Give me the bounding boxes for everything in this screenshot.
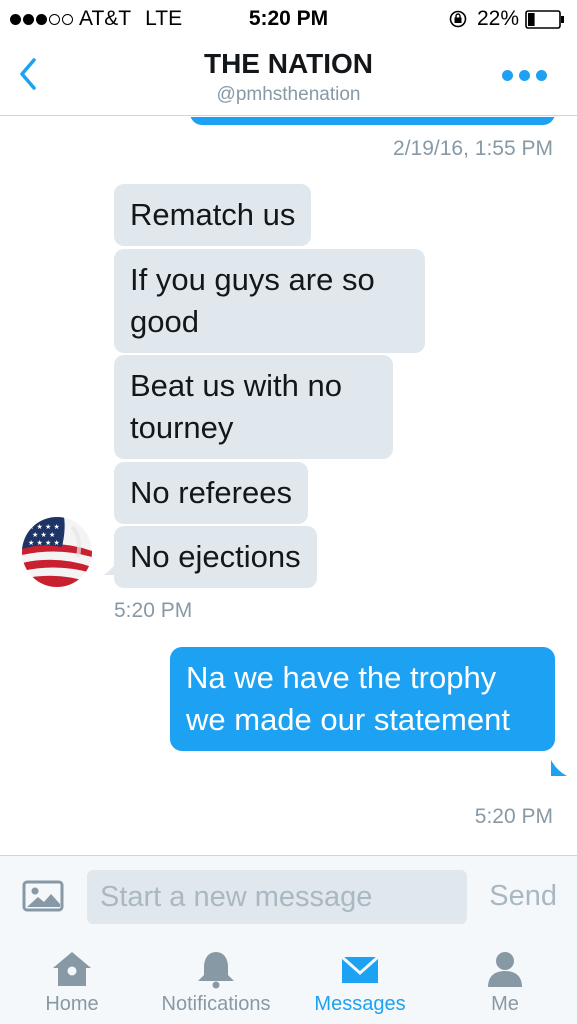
- bell-icon: [198, 952, 234, 989]
- outgoing-message[interactable]: Na we have the trophy we made our statem…: [170, 647, 555, 751]
- svg-text:★ ★ ★: ★ ★ ★: [32, 531, 55, 539]
- message-composer: Send: [0, 855, 577, 935]
- conversation-handle: @pmhsthenation: [216, 84, 361, 105]
- envelope-icon: [341, 955, 379, 983]
- avatar[interactable]: ★ ★ ★ ★ ★ ★ ★ ★ ★ ★ ★: [22, 517, 92, 587]
- rotation-lock-icon: [449, 10, 467, 28]
- image-icon[interactable]: [22, 880, 64, 912]
- thread-timestamp: 2/19/16, 1:55 PM: [393, 137, 553, 160]
- message-thread[interactable]: 2/19/16, 1:55 PM Rematch us If you guys …: [0, 117, 577, 854]
- tab-label: Home: [45, 993, 99, 1015]
- person-icon: [488, 952, 522, 987]
- tab-messages[interactable]: Messages: [310, 935, 410, 1024]
- tab-label: Me: [491, 993, 519, 1015]
- conversation-title: THE NATION: [203, 48, 374, 79]
- incoming-message[interactable]: Rematch us: [114, 184, 312, 246]
- home-icon: [53, 952, 91, 986]
- message-input[interactable]: [87, 870, 467, 924]
- tab-label: Messages: [314, 993, 406, 1015]
- incoming-message[interactable]: No referees: [114, 462, 308, 524]
- incoming-message[interactable]: Beat us with no tourney: [114, 355, 393, 459]
- bubble-tail: [551, 760, 567, 776]
- send-button[interactable]: Send: [489, 880, 557, 913]
- tab-notifications[interactable]: Notifications: [154, 935, 278, 1024]
- incoming-timestamp: 5:20 PM: [114, 599, 193, 622]
- more-dots-icon[interactable]: [502, 70, 547, 81]
- battery-icon: [525, 9, 564, 29]
- tab-me[interactable]: Me: [475, 935, 535, 1024]
- conversation-header: THE NATION @pmhsthenation: [0, 38, 577, 116]
- incoming-message[interactable]: No ejections: [114, 526, 317, 588]
- previous-outgoing-bubble: [190, 117, 555, 125]
- battery-percent: 22%: [476, 7, 519, 30]
- incoming-message[interactable]: If you guys are so good: [114, 249, 425, 353]
- tab-bar: Home Notifications Messages Me: [0, 935, 577, 1024]
- svg-text:★ ★ ★ ★: ★ ★ ★ ★: [28, 523, 60, 531]
- tab-home[interactable]: Home: [36, 935, 108, 1024]
- bubble-tail: [103, 561, 117, 575]
- us-flag-avatar-image: ★ ★ ★ ★ ★ ★ ★ ★ ★ ★ ★: [22, 517, 92, 587]
- status-right: 22%: [449, 7, 565, 31]
- outgoing-timestamp: 5:20 PM: [474, 805, 553, 828]
- status-bar: AT&T LTE 5:20 PM 22%: [0, 0, 577, 38]
- svg-text:★ ★ ★ ★: ★ ★ ★ ★: [28, 539, 60, 547]
- tab-label: Notifications: [161, 993, 271, 1015]
